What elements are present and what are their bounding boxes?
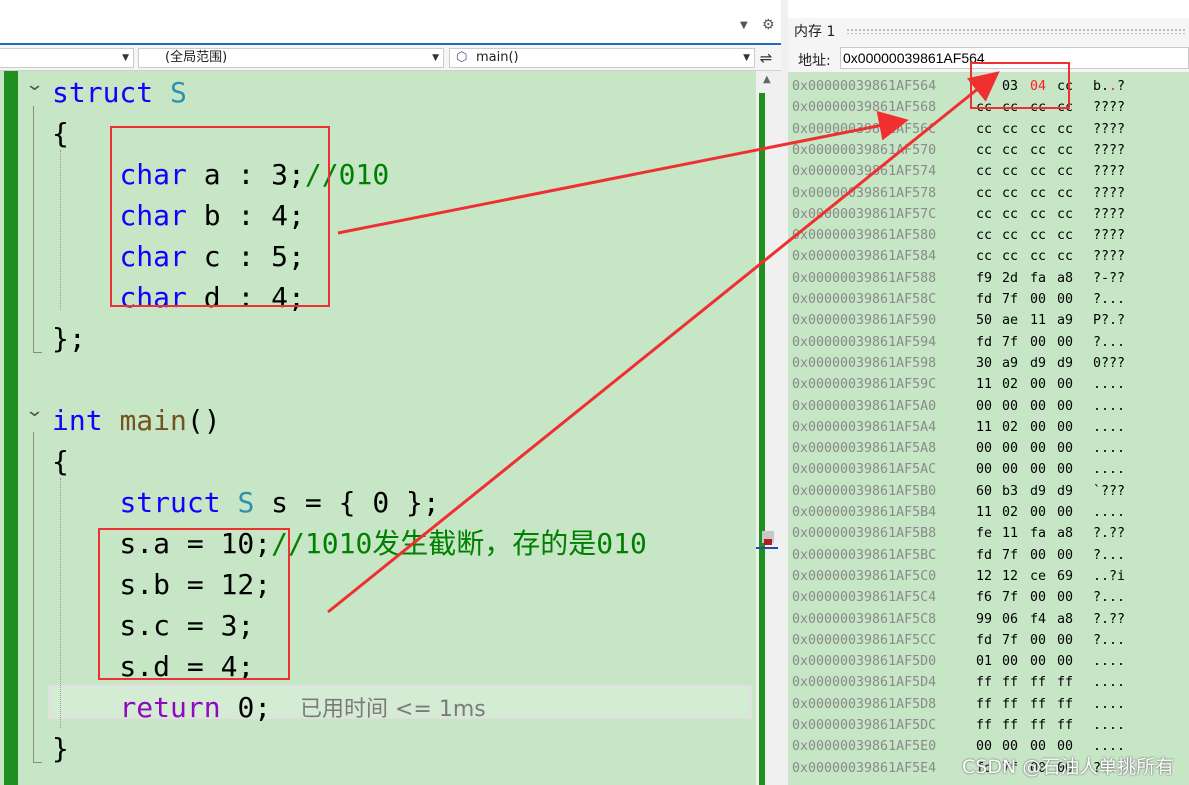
watermark: CSDN @石油人单挑所有: [962, 756, 1175, 778]
arrow-assignments-to-memory: [327, 71, 1000, 614]
annotation-arrows: [327, 71, 1000, 614]
